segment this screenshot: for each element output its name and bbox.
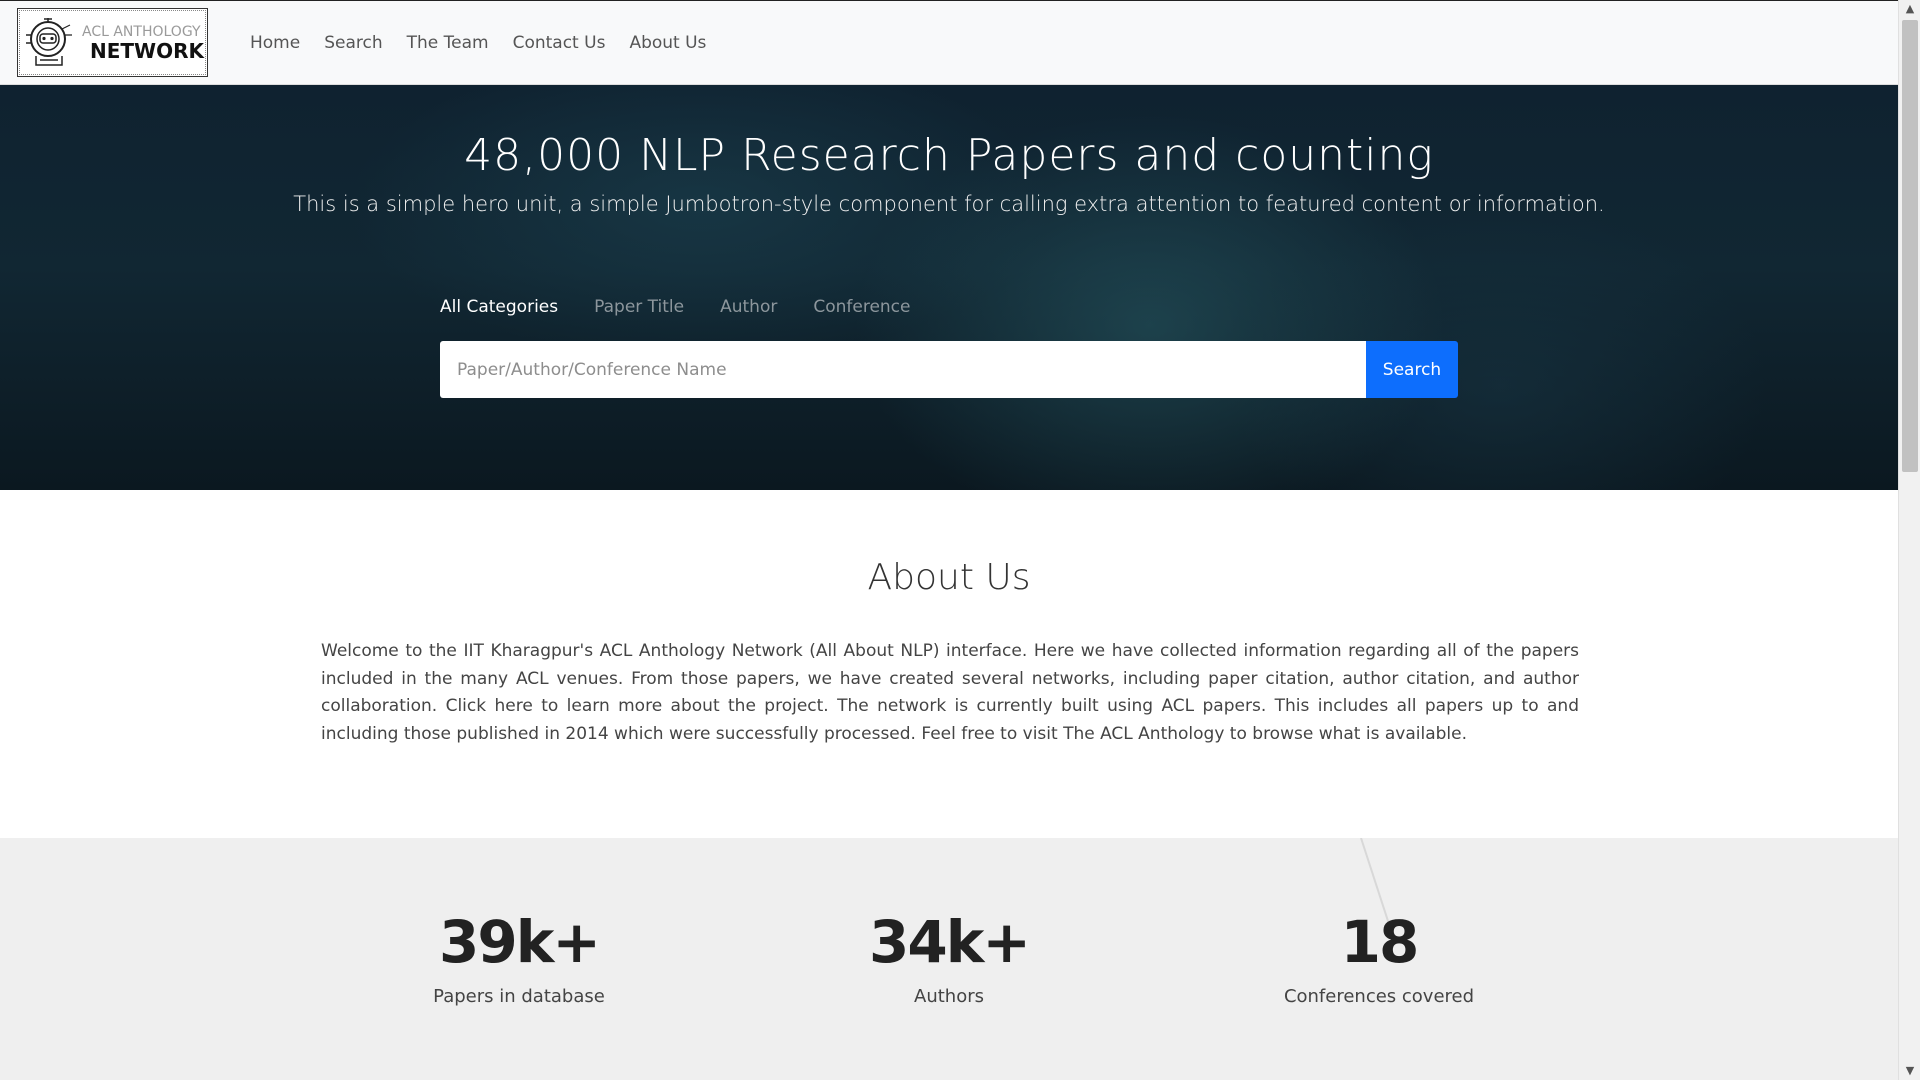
about-body: Welcome to the IIT Kharagpur's ACL Antho… — [321, 641, 1579, 744]
nav-search[interactable]: Search — [312, 33, 394, 53]
page-scrollbar[interactable]: ▲ ▼ — [1898, 0, 1920, 1080]
stat-authors-label: Authors — [914, 986, 984, 1007]
hero-section: 48,000 NLP Research Papers and counting … — [0, 85, 1898, 490]
hero-title: 48,000 NLP Research Papers and counting — [464, 130, 1434, 181]
stat-papers: 39k+ Papers in database — [369, 908, 669, 1007]
search-button[interactable]: Search — [1366, 341, 1458, 398]
scroll-down-arrow-icon[interactable]: ▼ — [1899, 1062, 1920, 1080]
stat-conferences: 18 Conferences covered — [1229, 908, 1529, 1007]
hero-subtitle: This is a simple hero unit, a simple Jum… — [293, 192, 1605, 216]
stat-papers-value: 39k+ — [439, 908, 601, 976]
scroll-up-arrow-icon[interactable]: ▲ — [1899, 0, 1920, 18]
search-bar: Search — [440, 341, 1458, 398]
nav-home[interactable]: Home — [238, 33, 312, 53]
brand-bottom-text: NETWORK — [90, 38, 205, 63]
scroll-thumb[interactable] — [1902, 20, 1918, 472]
stat-authors-value: 34k+ — [869, 908, 1031, 976]
category-tabs: All Categories Paper Title Author Confer… — [440, 297, 947, 317]
nav-contact-us[interactable]: Contact Us — [501, 33, 618, 53]
stat-conferences-value: 18 — [1340, 908, 1420, 976]
stats-section: 39k+ Papers in database 34k+ Authors 18 … — [0, 838, 1898, 1080]
search-input[interactable] — [440, 341, 1366, 398]
about-title: About Us — [867, 557, 1031, 598]
tab-all-categories[interactable]: All Categories — [440, 297, 558, 317]
navbar: ACL ANTHOLOGY NETWORK Home Search The Te… — [0, 0, 1898, 85]
stat-papers-label: Papers in database — [433, 986, 605, 1007]
tab-paper-title[interactable]: Paper Title — [594, 297, 684, 317]
brand-logo[interactable]: ACL ANTHOLOGY NETWORK — [17, 8, 208, 77]
nav-about-us[interactable]: About Us — [617, 33, 718, 53]
brand-top-text: ACL ANTHOLOGY — [82, 23, 201, 40]
tab-author[interactable]: Author — [720, 297, 777, 317]
tab-conference[interactable]: Conference — [813, 297, 910, 317]
stat-authors: 34k+ Authors — [799, 908, 1099, 1007]
stat-conferences-label: Conferences covered — [1283, 986, 1475, 1007]
robot-head-icon — [26, 17, 72, 66]
nav-the-team[interactable]: The Team — [395, 33, 501, 53]
nav-links: Home Search The Team Contact Us About Us — [238, 33, 718, 53]
